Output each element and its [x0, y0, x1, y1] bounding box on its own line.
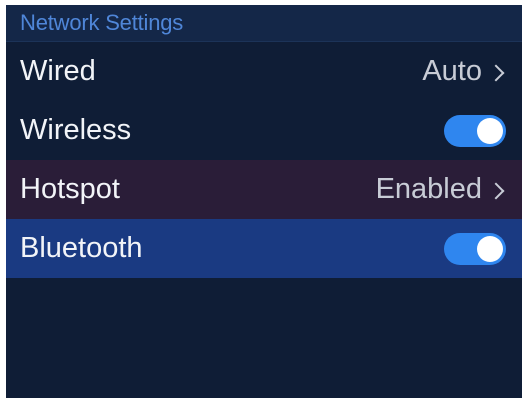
row-value-wired: Auto	[422, 55, 482, 87]
settings-row-wireless[interactable]: Wireless	[6, 101, 522, 160]
wireless-toggle[interactable]	[444, 114, 506, 147]
page-title: Network Settings	[20, 10, 184, 35]
network-settings-screen: Network Settings Wired Auto Wireless Hot…	[6, 5, 522, 398]
row-label-hotspot: Hotspot	[20, 173, 120, 205]
row-right-hotspot: Enabled	[376, 173, 506, 206]
toggle-knob	[477, 235, 503, 262]
row-value-hotspot: Enabled	[375, 173, 482, 205]
settings-row-wired[interactable]: Wired Auto	[6, 42, 522, 101]
row-right-wired: Auto	[422, 55, 506, 88]
row-label-bluetooth: Bluetooth	[20, 232, 143, 264]
chevron-right-icon	[487, 64, 505, 81]
row-label-wireless: Wireless	[20, 114, 132, 146]
row-label-wired: Wired	[20, 55, 96, 87]
chevron-right-icon	[487, 182, 505, 199]
bluetooth-toggle[interactable]	[444, 232, 506, 265]
header-bar: Network Settings	[6, 5, 522, 42]
settings-row-hotspot[interactable]: Hotspot Enabled	[6, 160, 522, 219]
settings-row-bluetooth[interactable]: Bluetooth	[6, 219, 522, 278]
toggle-knob	[477, 117, 503, 144]
